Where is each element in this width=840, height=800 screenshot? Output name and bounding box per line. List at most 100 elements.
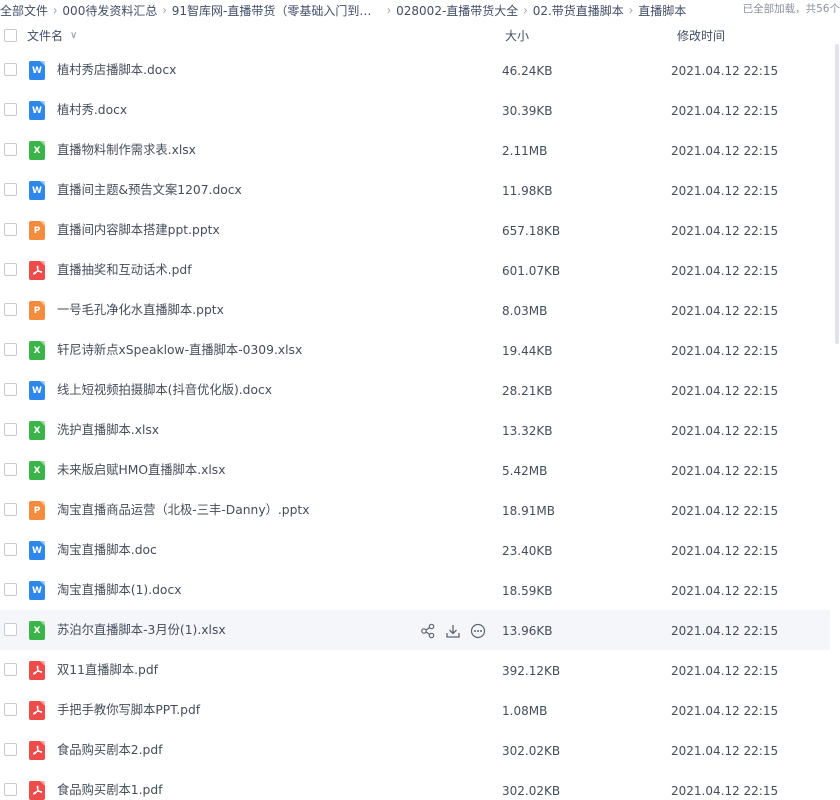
scrollbar-thumb[interactable]: [835, 44, 839, 344]
file-size: 13.32KB: [502, 424, 553, 438]
file-name[interactable]: 轩尼诗新点xSpeaklow-直播脚本-0309.xlsx: [57, 341, 302, 359]
row-checkbox[interactable]: [4, 423, 17, 436]
more-icon[interactable]: [468, 621, 487, 640]
file-name[interactable]: 淘宝直播商品运营（北极-三丰-Danny）.pptx: [57, 501, 310, 519]
row-checkbox[interactable]: [4, 303, 17, 316]
file-icon-glyph: W: [32, 385, 42, 396]
file-name[interactable]: 食品购买剧本2.pdf: [57, 741, 162, 759]
excel-file-icon: X: [29, 461, 45, 480]
file-row[interactable]: X 直播物料制作需求表.xlsx 2.11MB 2021.04.12 22:15: [0, 130, 830, 170]
file-name[interactable]: 直播物料制作需求表.xlsx: [57, 141, 196, 159]
column-header-name[interactable]: 文件名 ∨: [27, 27, 77, 44]
file-size: 13.96KB: [502, 624, 553, 638]
column-header-name-label: 文件名: [27, 28, 64, 43]
file-row[interactable]: X 未来版启赋HMO直播脚本.xlsx 5.42MB 2021.04.12 22:15: [0, 450, 830, 490]
file-name[interactable]: 植村秀.docx: [57, 101, 127, 119]
file-row[interactable]: P 直播间内容脚本搭建ppt.pptx 657.18KB 2021.04.12 22:…: [0, 210, 830, 250]
file-name[interactable]: 植村秀店播脚本.docx: [57, 61, 176, 79]
file-modified-time: 2021.04.12 22:15: [671, 624, 779, 638]
file-name[interactable]: 线上短视频拍摄脚本(抖音优化版).docx: [57, 381, 272, 399]
share-icon[interactable]: [418, 621, 437, 640]
file-size: 5.42MB: [502, 464, 548, 478]
file-row[interactable]: W 线上短视频拍摄脚本(抖音优化版).docx 28.21KB 2021.04.12 …: [0, 370, 830, 410]
file-row[interactable]: W 直播间主题&预告文案1207.docx 11.98KB 2021.04.12 22…: [0, 170, 830, 210]
row-checkbox[interactable]: [4, 623, 17, 636]
file-row[interactable]: W 淘宝直播脚本.doc 23.40KB 2021.04.12 22:15: [0, 530, 830, 570]
file-name[interactable]: 淘宝直播脚本.doc: [57, 541, 157, 559]
excel-file-icon: X: [29, 621, 45, 640]
download-icon[interactable]: [443, 621, 462, 640]
file-row[interactable]: X 苏泊尔直播脚本-3月份(1).xlsx 13.96KB 2021.04.12 22…: [0, 610, 830, 650]
file-name[interactable]: 未来版启赋HMO直播脚本.xlsx: [57, 461, 226, 479]
file-row[interactable]: X 洗护直播脚本.xlsx 13.32KB 2021.04.12 22:15: [0, 410, 830, 450]
row-checkbox[interactable]: [4, 383, 17, 396]
file-name[interactable]: 洗护直播脚本.xlsx: [57, 421, 159, 439]
file-name[interactable]: 一号毛孔净化水直播脚本.pptx: [57, 301, 224, 319]
row-checkbox[interactable]: [4, 663, 17, 676]
file-row[interactable]: W 植村秀店播脚本.docx 46.24KB 2021.04.12 22:15: [0, 50, 830, 90]
powerpoint-file-icon: P: [29, 301, 45, 320]
breadcrumb-current: 直播脚本: [638, 3, 687, 18]
file-modified-time: 2021.04.12 22:15: [671, 544, 779, 558]
sort-chevron-down-icon[interactable]: ∨: [70, 30, 77, 41]
row-checkbox[interactable]: [4, 503, 17, 516]
breadcrumb-item[interactable]: 000待发资料汇总: [62, 2, 157, 19]
file-modified-time: 2021.04.12 22:15: [671, 584, 779, 598]
row-checkbox[interactable]: [4, 183, 17, 196]
file-icon-glyph: X: [33, 625, 41, 636]
row-checkbox[interactable]: [4, 743, 17, 756]
file-row[interactable]: 双11直播脚本.pdf 392.12KB 2021.04.12 22:15: [0, 650, 830, 690]
row-checkbox[interactable]: [4, 463, 17, 476]
file-row[interactable]: P 淘宝直播商品运营（北极-三丰-Danny）.pptx 18.91MB 2021.0…: [0, 490, 830, 530]
file-row[interactable]: 食品购买剧本1.pdf 302.02KB 2021.04.12 22:15: [0, 770, 830, 800]
pdf-file-icon: [29, 781, 45, 800]
row-checkbox[interactable]: [4, 143, 17, 156]
word-file-icon: W: [29, 541, 45, 560]
scrollbar[interactable]: [832, 20, 840, 800]
file-name[interactable]: 双11直播脚本.pdf: [57, 661, 158, 679]
file-icon-glyph: X: [33, 425, 41, 436]
breadcrumb-item[interactable]: 02.带货直播脚本: [533, 2, 624, 19]
file-modified-time: 2021.04.12 22:15: [671, 344, 779, 358]
file-icon-glyph: P: [33, 505, 41, 516]
file-modified-time: 2021.04.12 22:15: [671, 704, 779, 718]
column-header-modified-time[interactable]: 修改时间: [677, 27, 725, 44]
row-checkbox[interactable]: [4, 263, 17, 276]
pdf-file-icon: [29, 661, 45, 680]
file-icon-glyph: W: [32, 545, 42, 556]
row-checkbox[interactable]: [4, 583, 17, 596]
row-checkbox[interactable]: [4, 703, 17, 716]
file-name[interactable]: 直播间内容脚本搭建ppt.pptx: [57, 221, 220, 239]
row-checkbox[interactable]: [4, 103, 17, 116]
select-all-checkbox[interactable]: [4, 28, 17, 42]
file-row[interactable]: W 淘宝直播脚本(1).docx 18.59KB 2021.04.12 22:15: [0, 570, 830, 610]
file-row[interactable]: P 一号毛孔净化水直播脚本.pptx 8.03MB 2021.04.12 22:15: [0, 290, 830, 330]
file-name[interactable]: 直播间主题&预告文案1207.docx: [57, 181, 242, 199]
breadcrumb: 全部文件 › 000待发资料汇总 › 91智库网-直播带货（零基础入门到精...…: [0, 0, 840, 20]
column-header-size[interactable]: 大小: [505, 27, 529, 44]
file-name[interactable]: 苏泊尔直播脚本-3月份(1).xlsx: [57, 621, 226, 639]
pdf-file-icon: [29, 701, 45, 720]
file-row[interactable]: 手把手教你写脚本PPT.pdf 1.08MB 2021.04.12 22:15: [0, 690, 830, 730]
file-name[interactable]: 手把手教你写脚本PPT.pdf: [57, 701, 200, 719]
file-size: 30.39KB: [502, 104, 553, 118]
file-row[interactable]: 直播抽奖和互动话术.pdf 601.07KB 2021.04.12 22:15: [0, 250, 830, 290]
file-name[interactable]: 食品购买剧本1.pdf: [57, 781, 162, 799]
file-row[interactable]: W 植村秀.docx 30.39KB 2021.04.12 22:15: [0, 90, 830, 130]
file-name[interactable]: 淘宝直播脚本(1).docx: [57, 581, 181, 599]
file-row[interactable]: X 轩尼诗新点xSpeaklow-直播脚本-0309.xlsx 19.44KB 202…: [0, 330, 830, 370]
row-checkbox[interactable]: [4, 343, 17, 356]
row-checkbox[interactable]: [4, 543, 17, 556]
excel-file-icon: X: [29, 421, 45, 440]
breadcrumb-item[interactable]: 028002-直播带货大全: [396, 2, 518, 19]
file-row[interactable]: 食品购买剧本2.pdf 302.02KB 2021.04.12 22:15: [0, 730, 830, 770]
file-modified-time: 2021.04.12 22:15: [671, 464, 779, 478]
breadcrumb-item-all-files[interactable]: 全部文件: [0, 2, 48, 19]
file-modified-time: 2021.04.12 22:15: [671, 424, 779, 438]
row-checkbox[interactable]: [4, 783, 17, 796]
row-checkbox[interactable]: [4, 63, 17, 76]
file-size: 601.07KB: [502, 264, 561, 278]
file-name[interactable]: 直播抽奖和互动话术.pdf: [57, 261, 192, 279]
row-checkbox[interactable]: [4, 223, 17, 236]
breadcrumb-item[interactable]: 91智库网-直播带货（零基础入门到精...: [172, 2, 382, 19]
